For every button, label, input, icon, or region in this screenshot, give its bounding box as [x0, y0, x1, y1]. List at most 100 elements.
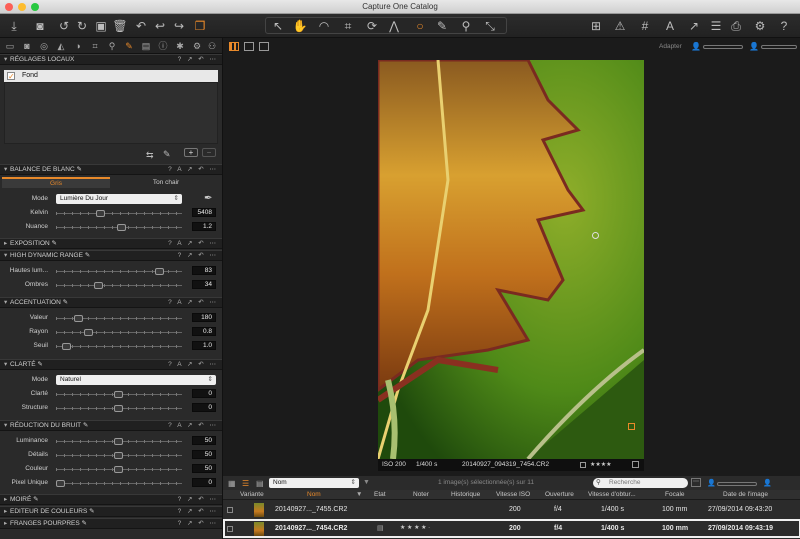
- section-controls[interactable]: ? A ↗ ↶ ⋯: [168, 239, 218, 249]
- luminance-slider[interactable]: [56, 438, 182, 445]
- col-rating[interactable]: Noter: [413, 490, 429, 500]
- table-row-selected[interactable]: 20140927..._7454.CR2 ▤ ★ ★ ★ ★ · 200 f/4…: [223, 519, 800, 538]
- swap-icon[interactable]: ⇆: [146, 150, 154, 161]
- col-name[interactable]: Nom: [307, 490, 321, 500]
- col-date[interactable]: Date de l'image: [723, 490, 768, 500]
- user-icon[interactable]: 👤: [707, 479, 716, 487]
- thumb-size-slider[interactable]: [717, 482, 757, 486]
- color-tab-icon[interactable]: ◭: [54, 40, 68, 52]
- clarity-header[interactable]: ▾ CLARTÉ ✎ ? A ↗ ↶ ⋯: [0, 359, 222, 370]
- color-noise-value[interactable]: 50: [192, 464, 216, 473]
- grid-icon[interactable]: #: [637, 18, 653, 34]
- marker-icon[interactable]: [628, 423, 635, 430]
- clarity-value[interactable]: 0: [192, 389, 216, 398]
- single-pixel-value[interactable]: 0: [192, 478, 216, 487]
- picker-icon[interactable]: ⚲: [458, 18, 474, 34]
- white-balance-header[interactable]: ▾ BALANCE DE BLANC ✎ ? A ↗ ↶ ⋯: [0, 164, 222, 175]
- zoom-window-button[interactable]: [31, 3, 39, 11]
- minimize-window-button[interactable]: [18, 3, 26, 11]
- amount-value[interactable]: 180: [192, 313, 216, 322]
- size-slider[interactable]: [761, 45, 797, 49]
- section-controls[interactable]: ? ↗ ↶ ⋯: [178, 519, 218, 529]
- export-icon[interactable]: ↗: [686, 18, 702, 34]
- add-layer-button[interactable]: +: [184, 148, 198, 157]
- print-icon[interactable]: ⎙: [728, 18, 744, 34]
- radius-value[interactable]: 0.8: [192, 327, 216, 336]
- color-noise-slider[interactable]: [56, 466, 182, 473]
- capture-tab-icon[interactable]: ◙: [20, 40, 34, 52]
- single-view-icon[interactable]: [244, 42, 254, 51]
- brush-icon[interactable]: ✎: [163, 149, 171, 160]
- undo-icon[interactable]: ↶: [133, 18, 149, 34]
- user-icon[interactable]: 👤: [749, 42, 759, 51]
- sort-select[interactable]: Nom ⇕: [269, 478, 359, 488]
- single-pixel-slider[interactable]: [56, 480, 182, 487]
- forward-icon[interactable]: ↪: [171, 18, 187, 34]
- sharpening-header[interactable]: ▾ ACCENTUATION ✎ ? A ↗ ↶ ⋯: [0, 297, 222, 308]
- row-checkbox[interactable]: [227, 526, 233, 532]
- eyedropper-icon[interactable]: ✒: [204, 193, 212, 204]
- purple-fringe-header[interactable]: ▸ FRANGES POURPRES ✎ ? ↗ ↶ ⋯: [0, 518, 222, 529]
- pointer-icon[interactable]: ↖: [270, 18, 286, 34]
- layer-row[interactable]: ✓ Fond: [4, 70, 218, 82]
- section-controls[interactable]: ? A ↗ ↶ ⋯: [168, 421, 218, 431]
- clarity-slider[interactable]: [56, 391, 182, 398]
- pan-icon[interactable]: ✋: [292, 18, 308, 34]
- help-icon[interactable]: ?: [776, 18, 792, 34]
- settings-tab-icon[interactable]: ⚙: [190, 40, 204, 52]
- spot-removal-icon[interactable]: ○: [412, 18, 428, 34]
- section-controls[interactable]: ? ↗ ↶ ⋯: [178, 55, 218, 65]
- col-focal[interactable]: Focale: [665, 490, 685, 500]
- close-window-button[interactable]: [5, 3, 13, 11]
- custom-tab-icon[interactable]: ⚇: [205, 40, 219, 52]
- brush-icon[interactable]: ✎: [434, 18, 450, 34]
- luminance-value[interactable]: 50: [192, 436, 216, 445]
- primary-view-icon[interactable]: [259, 42, 269, 51]
- details-slider[interactable]: [56, 452, 182, 459]
- main-photo[interactable]: [378, 60, 644, 459]
- radius-slider[interactable]: [56, 329, 182, 336]
- color-editor-header[interactable]: ▸ EDITEUR DE COULEURS ✎ ? ↗ ↶ ⋯: [0, 506, 222, 517]
- col-variant[interactable]: Variante: [240, 490, 264, 500]
- section-controls[interactable]: ? A ↗ ↶ ⋯: [168, 298, 218, 308]
- keystone-icon[interactable]: ⋀: [386, 18, 402, 34]
- row-checkbox[interactable]: [227, 507, 233, 513]
- rotate-icon[interactable]: ↻: [74, 18, 90, 34]
- moire-header[interactable]: ▸ MOIRÉ ✎ ? ↗ ↶ ⋯: [0, 494, 222, 505]
- remove-layer-button[interactable]: −: [202, 148, 216, 157]
- camera-icon[interactable]: ◙: [32, 18, 48, 34]
- straighten-icon[interactable]: ⟳: [364, 18, 380, 34]
- crop-tab-icon[interactable]: ⌗: [88, 40, 102, 52]
- loupe-icon[interactable]: ◠: [316, 18, 332, 34]
- exposure-tab-icon[interactable]: ◑: [71, 40, 85, 52]
- structure-slider[interactable]: [56, 405, 182, 412]
- section-controls[interactable]: ? ↗ ↶ ⋯: [178, 495, 218, 505]
- threshold-value[interactable]: 1.0: [192, 341, 216, 350]
- grid-mode-icon[interactable]: ▦: [228, 479, 236, 488]
- col-state[interactable]: Etat: [374, 490, 386, 500]
- highlights-value[interactable]: 83: [192, 266, 216, 275]
- lens-tab-icon[interactable]: ◎: [37, 40, 51, 52]
- table-row[interactable]: 20140927..._7455.CR2 200 f/4 1/400 s 100…: [223, 501, 800, 519]
- reset-icon[interactable]: ↺: [56, 18, 72, 34]
- tab-skin-tone[interactable]: Ton chair: [112, 177, 220, 188]
- stack-icon[interactable]: ❐: [192, 18, 208, 34]
- structure-value[interactable]: 0: [192, 403, 216, 412]
- list-mode-icon[interactable]: ☰: [242, 479, 249, 488]
- search-options-button[interactable]: ⋯: [691, 478, 701, 487]
- col-history[interactable]: Historique: [451, 490, 480, 500]
- clarity-mode-select[interactable]: Naturel ⇕: [56, 375, 216, 385]
- sort-direction-icon[interactable]: ▼: [363, 479, 370, 486]
- section-controls[interactable]: ? A ↗ ↶ ⋯: [168, 165, 218, 175]
- col-aperture[interactable]: Ouverture: [545, 490, 574, 500]
- select-checkbox[interactable]: [580, 462, 586, 468]
- multi-view-icon[interactable]: [229, 42, 239, 51]
- user-icon[interactable]: 👤: [691, 42, 701, 51]
- col-sort-arrow[interactable]: ▼: [356, 490, 362, 500]
- tint-slider[interactable]: [56, 224, 182, 231]
- section-controls[interactable]: ? ↗ ↶ ⋯: [178, 251, 218, 261]
- warning-icon[interactable]: ⚠: [612, 18, 628, 34]
- user-icon[interactable]: 👤: [763, 479, 772, 487]
- local-adjust-tab-icon[interactable]: ✎: [122, 40, 136, 52]
- text-icon[interactable]: A: [662, 18, 678, 34]
